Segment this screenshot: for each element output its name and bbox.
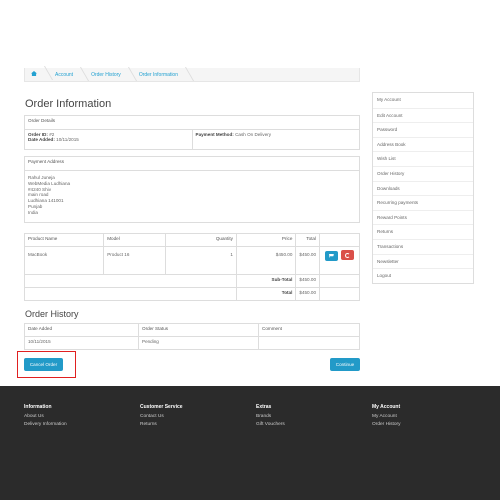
col-price: Price: [235, 233, 297, 247]
product-quantity: 1: [164, 246, 237, 275]
continue-button[interactable]: Continue: [330, 358, 360, 371]
order-history-title: Order History: [25, 309, 79, 319]
account-sidebar: My Account Edit Account Password Address…: [372, 92, 474, 284]
table-row: 10/11/2015 Pending: [24, 336, 360, 350]
sidebar-item-transactions[interactable]: Transactions: [373, 238, 473, 254]
address-line: Punjab: [28, 203, 43, 209]
products-table: Product Name Model Quantity Price Total …: [23, 233, 360, 301]
col-quantity: Quantity: [164, 233, 237, 247]
sidebar-item-recurring-payments[interactable]: Recurring payments: [373, 195, 473, 210]
breadcrumb-account[interactable]: Account: [49, 72, 85, 78]
history-date: 10/11/2015: [24, 336, 139, 350]
table-row: MacBook Product 16 1 $450.00 $450.00: [23, 246, 360, 275]
home-icon: [31, 71, 37, 76]
footer-link[interactable]: Delivery Information: [24, 422, 67, 427]
address-line: India: [28, 209, 38, 215]
sidebar-item-reward-points[interactable]: Reward Points: [373, 209, 473, 225]
date-added-value: 10/11/2015: [56, 137, 79, 142]
total-value: $450.00: [295, 287, 320, 301]
breadcrumb: Account Order History Order Information: [24, 68, 360, 82]
col-model: Model: [103, 233, 166, 247]
footer-link[interactable]: Gift Vouchers: [256, 422, 285, 427]
sidebar-item-logout[interactable]: Logout: [373, 268, 473, 283]
sidebar-item-my-account[interactable]: My Account: [373, 93, 473, 108]
total-label: Total: [235, 287, 297, 301]
footer-heading: Customer Service: [140, 404, 183, 410]
history-comment: [258, 336, 360, 350]
footer-col-information: Information About Us Delivery Informatio…: [24, 404, 67, 430]
address-line: WebMedia Ludhiana: [28, 180, 71, 186]
breadcrumb-home[interactable]: [25, 71, 49, 78]
return-icon: [345, 252, 351, 258]
reorder-button[interactable]: [325, 250, 338, 261]
order-details-header: Order Details: [24, 115, 360, 130]
product-name[interactable]: MacBook: [23, 246, 105, 275]
payment-address-table: Payment Address Rahul Juneja WebMedia Lu…: [24, 156, 360, 223]
order-details-right: Payment Method: Cash On Delivery: [191, 129, 360, 150]
col-order-status: Order Status: [138, 323, 259, 337]
footer-link[interactable]: My Account: [372, 414, 401, 419]
footer-heading: Information: [24, 404, 52, 410]
col-date-added: Date Added: [24, 323, 139, 337]
product-total: $450.00: [295, 246, 320, 275]
total-empty: [319, 287, 360, 301]
subtotal-label: Sub-Total: [235, 274, 297, 288]
footer-col-my-account: My Account My Account Order History: [372, 404, 401, 430]
address-line: Ludhiana 141001: [28, 198, 64, 204]
payment-method-label: Payment Method:: [195, 132, 234, 137]
total-spacer: [24, 287, 237, 301]
footer-heading: My Account: [372, 404, 401, 410]
date-added-label: Date Added:: [28, 137, 55, 142]
footer-link[interactable]: Brands: [256, 414, 285, 419]
col-comment: Comment: [258, 323, 360, 337]
product-price: $450.00: [235, 246, 297, 275]
subtotal-spacer: [24, 274, 237, 288]
product-model: Product 16: [103, 246, 166, 275]
col-total: Total: [295, 233, 320, 247]
order-details-left: Order ID: #2 Date Added: 10/11/2015: [24, 129, 193, 150]
cart-icon: [329, 253, 334, 258]
sidebar-item-wish-list[interactable]: Wish List: [373, 151, 473, 166]
breadcrumb-order-history[interactable]: Order History: [85, 72, 133, 78]
footer-link[interactable]: Order History: [372, 422, 401, 427]
order-details-table: Order Details Order ID: #2 Date Added: 1…: [24, 115, 360, 150]
sidebar-item-returns[interactable]: Returns: [373, 224, 473, 239]
footer-link[interactable]: About Us: [24, 414, 67, 419]
cancel-order-button[interactable]: Cancel Order: [24, 358, 63, 371]
subtotal-value: $450.00: [295, 274, 320, 288]
footer-link[interactable]: Contact Us: [140, 414, 183, 419]
address-line: Rahul Juneja: [28, 175, 55, 180]
sidebar-item-newsletter[interactable]: Newsletter: [373, 253, 473, 269]
breadcrumb-order-information[interactable]: Order Information: [133, 72, 190, 78]
col-actions: [319, 233, 360, 247]
order-history-table: Date Added Order Status Comment 10/11/20…: [24, 323, 360, 350]
sidebar-item-address-book[interactable]: Address Book: [373, 136, 473, 152]
footer-heading: Extras: [256, 404, 272, 410]
payment-address-body: Rahul Juneja WebMedia Ludhiana #4240 Shi…: [24, 170, 360, 223]
sidebar-item-password[interactable]: Password: [373, 122, 473, 137]
history-status: Pending: [138, 336, 259, 350]
address-line: main road: [28, 192, 49, 198]
product-actions: [319, 246, 360, 275]
payment-method-value: Cash On Delivery: [235, 132, 272, 137]
subtotal-empty: [319, 274, 360, 288]
address-line: #4240 Shiv: [28, 186, 51, 192]
sidebar-item-edit-account[interactable]: Edit Account: [373, 107, 473, 123]
footer-col-extras: Extras Brands Gift Vouchers: [256, 404, 285, 430]
page-title: Order Information: [25, 98, 112, 110]
col-product-name: Product Name: [23, 233, 105, 247]
footer-link[interactable]: Returns: [140, 422, 183, 427]
sidebar-item-downloads[interactable]: Downloads: [373, 180, 473, 196]
sidebar-item-order-history[interactable]: Order History: [373, 165, 473, 181]
return-button[interactable]: [341, 250, 355, 260]
payment-address-header: Payment Address: [24, 156, 360, 171]
footer: Information About Us Delivery Informatio…: [0, 386, 500, 500]
footer-col-customer-service: Customer Service Contact Us Returns: [140, 404, 183, 430]
